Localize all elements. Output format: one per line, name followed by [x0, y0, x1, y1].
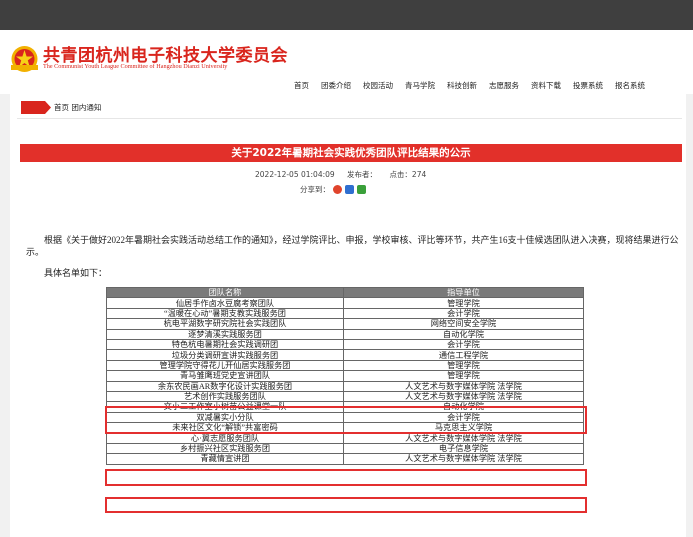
main-nav: 首页 团委介绍 校园活动 青马学院 科技创新 志愿服务 资料下载 投票系统 报名… [288, 80, 651, 91]
nav-item-volunteer[interactable]: 志愿服务 [483, 80, 525, 91]
unit-cell: 管理学院 [343, 359, 584, 372]
highlight-box [105, 497, 587, 513]
weibo-icon[interactable] [333, 185, 342, 194]
team-name-cell: 艺术创作实践服务团队 [106, 390, 344, 403]
results-table: 团队名称 指导单位 仙居手作卤水豆腐考察团队 管理学院 “温暖在心动”暑期支教实践… [106, 286, 584, 465]
table-row: 心·翼志愿服务团队 人文艺术与数字媒体学院 法学院 [106, 432, 584, 444]
table-row: “温暖在心动”暑期支教实践服务团 会计学院 [106, 307, 584, 320]
unit-cell: 通信工程学院 [343, 349, 584, 361]
nav-item-downloads[interactable]: 资料下载 [525, 80, 567, 91]
nav-item-signup[interactable]: 报名系统 [609, 80, 651, 91]
team-name-cell: 青藏情宣讲团 [106, 453, 344, 465]
unit-cell: 人文艺术与数字媒体学院 法学院 [343, 380, 584, 392]
unit-cell: 人文艺术与数字媒体学院 法学院 [343, 453, 584, 465]
nav-item-voting[interactable]: 投票系统 [567, 80, 609, 91]
unit-cell: 人文艺术与数字媒体学院 法学院 [343, 390, 584, 403]
article-date: 2022-12-05 01:04:09 [255, 170, 335, 179]
article-publisher: 发布者： [347, 170, 378, 179]
qzone-icon[interactable] [345, 185, 354, 194]
top-bar [0, 0, 693, 30]
league-emblem-icon[interactable] [9, 45, 40, 73]
team-name-cell: 乡村振兴社区实践服务团 [106, 442, 344, 455]
more-share-icon[interactable] [357, 185, 366, 194]
team-name-cell: 青马雏鹰班党史宣讲团队 [106, 370, 344, 382]
nav-item-home[interactable]: 首页 [288, 80, 315, 91]
highlight-box [105, 406, 587, 434]
table-row: 乡村振兴社区实践服务团 电子信息学院 [106, 442, 584, 455]
nav-item-activities[interactable]: 校园活动 [357, 80, 399, 91]
team-name-cell: 余东农民画AR数字化设计实践服务团 [106, 380, 344, 392]
table-row: 余东农民画AR数字化设计实践服务团 人文艺术与数字媒体学院 法学院 [106, 380, 584, 392]
breadcrumb[interactable]: 首页 团内通知 [54, 102, 101, 113]
highlight-box [105, 469, 587, 486]
table-row: 垃圾分类调研宣讲实践服务团 通信工程学院 [106, 349, 584, 361]
divider [17, 118, 682, 119]
table-row: 青马雏鹰班党史宣讲团队 管理学院 [106, 370, 584, 382]
team-name-cell: 特色杭电暑期社会实践调研团 [106, 338, 344, 351]
unit-cell: 人文艺术与数字媒体学院 法学院 [343, 432, 584, 444]
table-row: 仙居手作卤水豆腐考察团队 管理学院 [106, 297, 584, 309]
article-meta: 2022-12-05 01:04:09 发布者： 点击：274 [255, 169, 436, 180]
unit-cell: 电子信息学院 [343, 442, 584, 455]
unit-cell: 会计学院 [343, 307, 584, 320]
site-subtitle: The Communist Youth League Committee of … [43, 63, 228, 70]
article-title: 关于2022年暑期社会实践优秀团队评比结果的公示 [231, 147, 471, 159]
column-header-team: 团队名称 [106, 286, 344, 299]
column-header-unit: 指导单位 [343, 286, 584, 299]
table-row: 管理学院守得花儿开仙居实践服务团 管理学院 [106, 359, 584, 372]
share-label: 分享到： [300, 185, 330, 194]
share-bar: 分享到： [300, 184, 366, 195]
table-row: 青藏情宣讲团 人文艺术与数字媒体学院 法学院 [106, 453, 584, 465]
table-row: 特色杭电暑期社会实践调研团 会计学院 [106, 338, 584, 351]
team-name-cell: “温暖在心动”暑期支教实践服务团 [106, 307, 344, 320]
article-paragraph: 根据《关于做好2022年暑期社会实践活动总结工作的通知》，经过学院评比、申报，学… [26, 235, 679, 257]
unit-cell: 网络空间安全学院 [343, 318, 584, 330]
unit-cell: 自动化学院 [343, 328, 584, 340]
nav-item-innovation[interactable]: 科技创新 [441, 80, 483, 91]
unit-cell: 会计学院 [343, 338, 584, 351]
table-row: 艺术创作实践服务团队 人文艺术与数字媒体学院 法学院 [106, 390, 584, 403]
article-clicks: 点击：274 [389, 170, 427, 179]
nav-item-about[interactable]: 团委介绍 [315, 80, 357, 91]
unit-cell: 管理学院 [343, 370, 584, 382]
nav-item-qingma[interactable]: 青马学院 [399, 80, 441, 91]
unit-cell: 管理学院 [343, 297, 584, 309]
table-row: 杭电平湖数字研究院社会实践团队 网络空间安全学院 [106, 318, 584, 330]
team-name-cell: 心·翼志愿服务团队 [106, 432, 344, 444]
team-name-cell: 管理学院守得花儿开仙居实践服务团 [106, 359, 344, 372]
team-name-cell: 垃圾分类调研宣讲实践服务团 [106, 349, 344, 361]
table-row: 逐梦清溪实践服务团 自动化学院 [106, 328, 584, 340]
table-header-row: 团队名称 指导单位 [106, 286, 584, 299]
team-name-cell: 杭电平湖数字研究院社会实践团队 [106, 318, 344, 330]
breadcrumb-arrow-icon [21, 101, 51, 114]
team-name-cell: 逐梦清溪实践服务团 [106, 328, 344, 340]
team-name-cell: 仙居手作卤水豆腐考察团队 [106, 297, 344, 309]
list-intro: 具体名单如下： [44, 268, 108, 278]
